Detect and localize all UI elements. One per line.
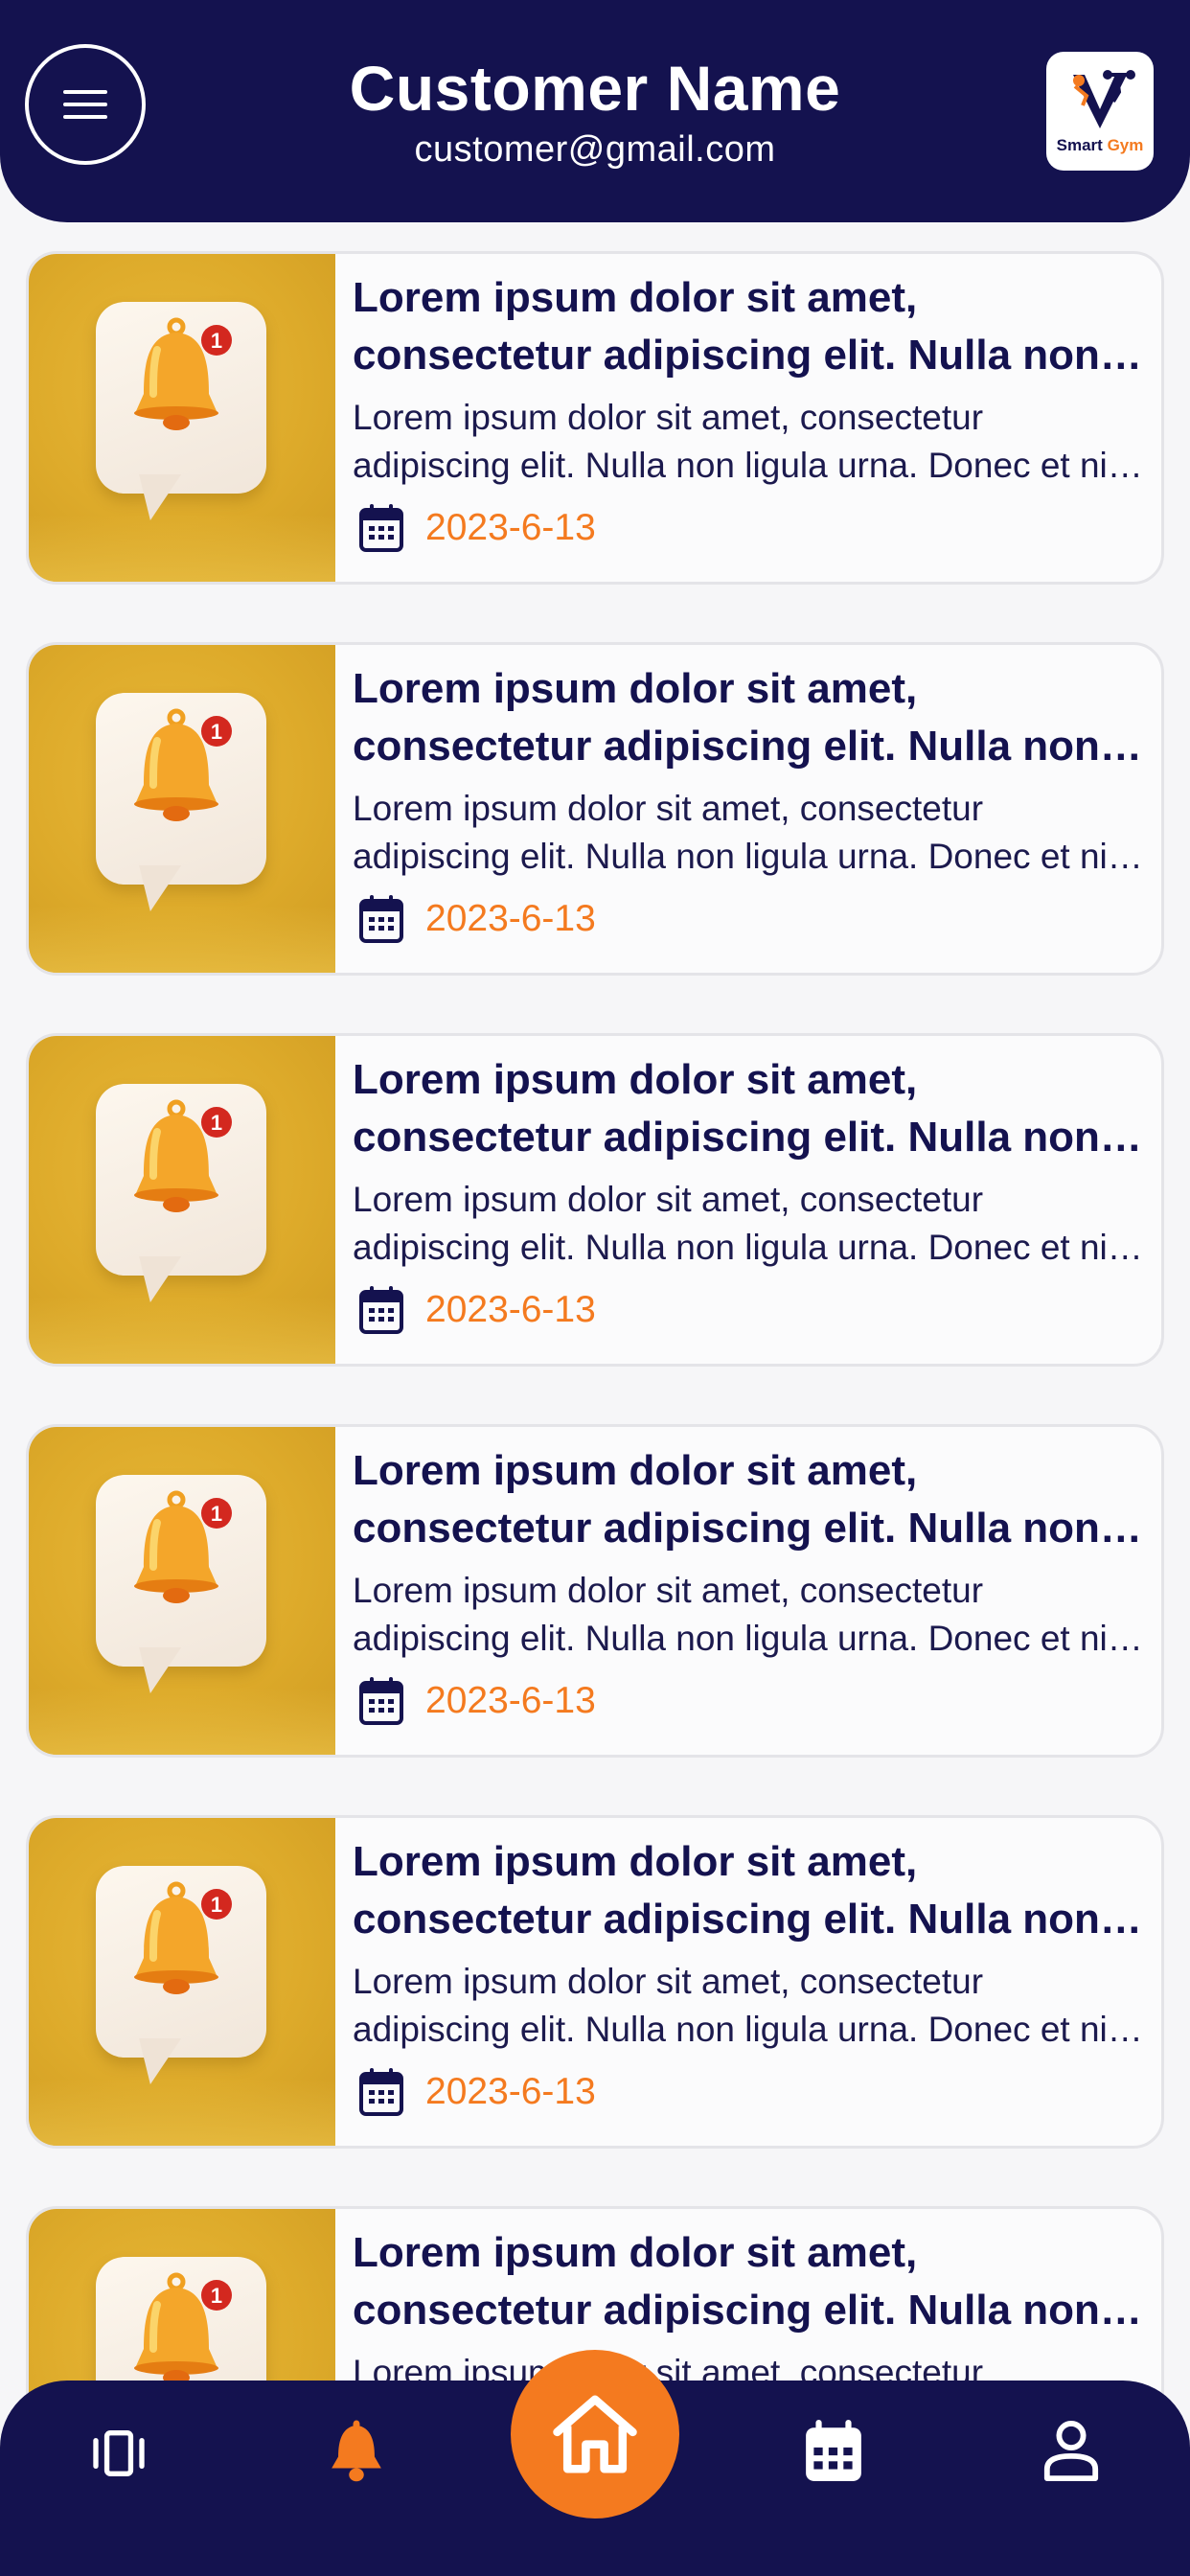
gym-logo-icon xyxy=(1073,70,1135,128)
notification-date: 2023-6-13 xyxy=(425,507,596,548)
svg-text:1: 1 xyxy=(211,2284,222,2308)
bell-notification-icon: 1 xyxy=(134,1099,232,1212)
header: Customer Name customer@gmail.com Smart G… xyxy=(0,0,1190,222)
calendar-icon xyxy=(359,895,403,943)
calendar-icon xyxy=(359,2068,403,2116)
nav-calendar-button[interactable] xyxy=(795,2411,872,2492)
notification-thumbnail: 1 xyxy=(29,254,335,582)
notification-title: Lorem ipsum dolor sit amet, consectetur … xyxy=(353,2229,1100,2334)
notification-thumbnail: 1 xyxy=(29,1036,335,1364)
notification-card[interactable]: 1 Lorem ipsum dolor sit amet, consectetu… xyxy=(26,642,1164,976)
notification-description: Lorem ipsum dolor sit amet, consectetur … xyxy=(353,789,1133,876)
bell-icon xyxy=(332,2420,381,2482)
bell-notification-icon: 1 xyxy=(134,1881,232,1994)
notification-title: Lorem ipsum dolor sit amet, consectetur … xyxy=(353,1447,1100,1552)
notification-card[interactable]: 1 Lorem ipsum dolor sit amet, consectetu… xyxy=(26,1424,1164,1758)
notifications-screen: Customer Name customer@gmail.com Smart G… xyxy=(0,0,1190,2576)
svg-text:1: 1 xyxy=(211,329,222,353)
notification-date: 2023-6-13 xyxy=(425,898,596,939)
notification-description: Lorem ipsum dolor sit amet, consectetur … xyxy=(353,1571,1133,1658)
home-icon xyxy=(553,2395,637,2473)
svg-text:1: 1 xyxy=(211,1502,222,1526)
nav-profile-button[interactable] xyxy=(1035,2413,1108,2490)
calendar-icon xyxy=(359,1286,403,1334)
notification-title: Lorem ipsum dolor sit amet, consectetur … xyxy=(353,665,1100,770)
notification-thumbnail: 1 xyxy=(29,645,335,973)
notification-thumbnail: 1 xyxy=(29,1427,335,1755)
notification-date: 2023-6-13 xyxy=(425,2071,596,2112)
profile-icon xyxy=(1043,2421,1099,2481)
customer-email: customer@gmail.com xyxy=(414,129,776,170)
notification-card[interactable]: 1 Lorem ipsum dolor sit amet, consectetu… xyxy=(26,1033,1164,1367)
nav-notifications-button[interactable] xyxy=(322,2415,391,2492)
calendar-icon xyxy=(359,504,403,552)
notification-description: Lorem ipsum dolor sit amet, consectetur … xyxy=(353,1962,1133,2049)
notification-thumbnail: 1 xyxy=(29,1818,335,2146)
calendar-icon xyxy=(359,1677,403,1725)
smart-gym-logo[interactable]: Smart Gym xyxy=(1046,52,1154,171)
notification-card[interactable]: 1 Lorem ipsum dolor sit amet, consectetu… xyxy=(26,1815,1164,2149)
bell-notification-icon: 1 xyxy=(134,317,232,430)
svg-text:1: 1 xyxy=(211,720,222,744)
customer-name: Customer Name xyxy=(349,53,841,124)
logo-text: Smart Gym xyxy=(1056,136,1144,154)
svg-text:1: 1 xyxy=(211,1893,222,1917)
calendar-icon xyxy=(806,2420,861,2481)
bell-notification-icon: 1 xyxy=(134,708,232,821)
notification-description: Lorem ipsum dolor sit amet, consectetur … xyxy=(353,1180,1133,1267)
svg-text:1: 1 xyxy=(211,1111,222,1135)
notification-title: Lorem ipsum dolor sit amet, consectetur … xyxy=(353,1056,1100,1161)
notification-description: Lorem ipsum dolor sit amet, consectetur … xyxy=(353,398,1133,485)
notification-title: Lorem ipsum dolor sit amet, consectetur … xyxy=(353,274,1100,379)
notification-card[interactable]: 1 Lorem ipsum dolor sit amet, consectetu… xyxy=(26,251,1164,585)
notification-date: 2023-6-13 xyxy=(425,1289,596,1330)
cards-icon xyxy=(93,2430,145,2476)
bell-notification-icon: 1 xyxy=(134,1490,232,1603)
notification-date: 2023-6-13 xyxy=(425,1680,596,1721)
home-button[interactable] xyxy=(511,2350,679,2518)
notification-title: Lorem ipsum dolor sit amet, consectetur … xyxy=(353,1838,1100,1943)
nav-cards-button[interactable] xyxy=(84,2419,153,2488)
